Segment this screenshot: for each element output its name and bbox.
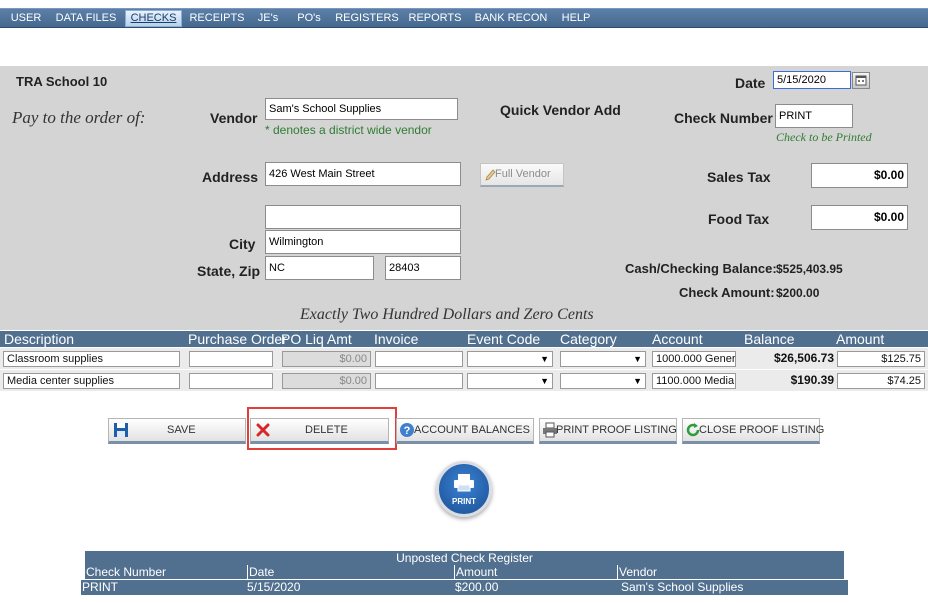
check-number-label: Check Number: [674, 110, 773, 126]
delete-x-icon: [255, 422, 271, 438]
po-liq-amt-input: $0.00: [282, 351, 371, 367]
register-col-vendor: Vendor: [618, 565, 844, 579]
district-vendor-note: * denotes a district wide vendor: [265, 123, 432, 137]
nav-receipts[interactable]: RECEIPTS: [188, 10, 246, 27]
purchase-order-input[interactable]: [189, 373, 273, 389]
col-invoice: Invoice: [374, 331, 419, 347]
state-input[interactable]: NC: [265, 256, 374, 280]
top-nav: USER DATA FILES CHECKS RECEIPTS JE's PO'…: [0, 8, 928, 28]
nav-bank-recon[interactable]: BANK RECON: [472, 10, 550, 27]
check-form-panel: TRA School 10 Pay to the order of: Vendo…: [0, 66, 928, 330]
date-input[interactable]: 5/15/2020: [773, 71, 851, 89]
address-label: Address: [202, 169, 259, 185]
check-amount-value: $200.00: [776, 286, 820, 300]
col-event-code: Event Code: [467, 331, 541, 347]
address2-input[interactable]: [265, 205, 461, 229]
amount-input[interactable]: $74.25: [837, 373, 925, 389]
city-input[interactable]: Wilmington: [265, 230, 461, 254]
event-code-select[interactable]: [467, 373, 553, 389]
nav-jes[interactable]: JE's: [252, 10, 284, 27]
register-col-amount: Amount: [455, 565, 617, 579]
invoice-input[interactable]: [375, 373, 463, 389]
zip-input[interactable]: 28403: [385, 256, 461, 280]
full-vendor-button[interactable]: Full Vendor: [480, 163, 564, 187]
state-zip-label: State, Zip: [197, 263, 261, 279]
balance-value: $190.39: [790, 373, 834, 387]
check-amount-label: Check Amount:: [679, 285, 775, 300]
balance-value: $26,506.73: [773, 351, 834, 365]
register-check-number[interactable]: PRINT: [81, 580, 246, 595]
school-name: TRA School 10: [16, 74, 108, 89]
event-code-select[interactable]: [467, 351, 553, 367]
description-input[interactable]: Classroom supplies: [3, 351, 180, 367]
col-purchase-order: Purchase Order: [188, 331, 287, 347]
printer-icon: [452, 473, 476, 496]
col-balance: Balance: [744, 331, 795, 347]
pay-to-label: Pay to the order of:: [12, 108, 146, 127]
cash-balance-label: Cash/Checking Balance:: [625, 261, 777, 276]
calendar-icon[interactable]: [852, 72, 870, 89]
delete-button[interactable]: DELETE: [250, 418, 389, 444]
check-number-input[interactable]: PRINT: [775, 104, 853, 128]
food-tax-label: Food Tax: [708, 211, 770, 227]
nav-checks[interactable]: CHECKS: [125, 10, 182, 27]
register-col-check-number: Check Number: [85, 565, 247, 579]
category-select[interactable]: [560, 351, 646, 367]
nav-user[interactable]: USER: [6, 10, 46, 27]
sales-tax-input[interactable]: $0.00: [811, 163, 908, 188]
nav-pos[interactable]: PO's: [292, 10, 326, 27]
category-select[interactable]: [560, 373, 646, 389]
col-account: Account: [652, 331, 703, 347]
print-proof-listing-button[interactable]: PRINT PROOF LISTING: [539, 418, 677, 444]
account-balances-button[interactable]: ? ACCOUNT BALANCES: [396, 418, 534, 444]
nav-data-files[interactable]: DATA FILES: [54, 10, 118, 27]
help-question-icon: ?: [399, 422, 415, 438]
food-tax-input[interactable]: $0.00: [811, 205, 908, 230]
description-input[interactable]: Media center supplies: [3, 373, 180, 389]
amount-in-words: Exactly Two Hundred Dollars and Zero Cen…: [300, 306, 594, 323]
register-date: 5/15/2020: [246, 580, 454, 595]
account-input[interactable]: 1000.000 General: [652, 351, 736, 367]
print-button[interactable]: PRINT: [436, 461, 492, 517]
register-amount: $200.00: [454, 580, 618, 595]
cash-balance-value: $525,403.95: [776, 262, 843, 276]
table-row: Media center supplies $0.00 1100.000 Med…: [0, 370, 928, 391]
nav-help[interactable]: HELP: [558, 10, 594, 27]
col-description: Description: [4, 331, 75, 347]
close-proof-listing-button[interactable]: CLOSE PROOF LISTING: [682, 418, 824, 444]
check-printed-note: Check to be Printed: [776, 130, 872, 144]
date-label: Date: [735, 75, 766, 91]
vendor-label: Vendor: [210, 110, 258, 126]
address-input[interactable]: 426 West Main Street: [265, 162, 461, 186]
register-col-date: Date: [248, 565, 454, 579]
account-input[interactable]: 1100.000 Media: [652, 373, 736, 389]
register-vendor: Sam's School Supplies: [618, 580, 848, 595]
line-items-header: Description Purchase Order PO Liq Amt In…: [0, 331, 928, 347]
save-button[interactable]: SAVE: [108, 418, 246, 444]
sales-tax-label: Sales Tax: [707, 169, 771, 185]
col-amount: Amount: [836, 331, 885, 347]
po-liq-amt-input: $0.00: [282, 373, 371, 389]
floppy-disk-icon: [113, 422, 129, 438]
col-category: Category: [560, 331, 617, 347]
vendor-input[interactable]: Sam's School Supplies: [265, 98, 458, 120]
nav-reports[interactable]: REPORTS: [407, 10, 463, 27]
svg-text:?: ?: [404, 425, 411, 437]
nav-registers[interactable]: REGISTERS: [334, 10, 400, 27]
col-po-liq-amt: PO Liq Amt: [281, 331, 352, 347]
city-label: City: [229, 236, 256, 252]
invoice-input[interactable]: [375, 351, 463, 367]
amount-input[interactable]: $125.75: [837, 351, 925, 367]
register-title: Unposted Check Register: [85, 551, 844, 565]
purchase-order-input[interactable]: [189, 351, 273, 367]
table-row: Classroom supplies $0.00 1000.000 Genera…: [0, 348, 928, 369]
quick-vendor-add[interactable]: Quick Vendor Add: [500, 102, 621, 118]
